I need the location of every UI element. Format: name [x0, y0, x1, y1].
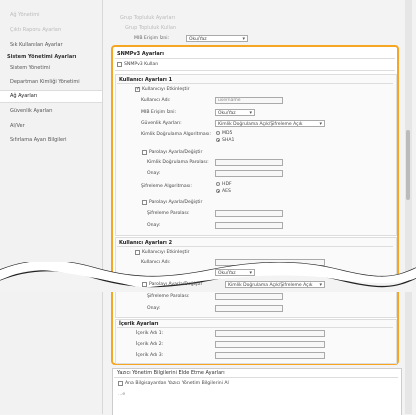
user2-set-password-label: Parolayı Ayarla/Değiştir	[149, 282, 203, 287]
user1-mib-select[interactable]: Oku/Yaz	[215, 109, 255, 117]
sidebar-item-network-settings[interactable]: Ağ Ayarları	[10, 93, 37, 99]
user2-enable-label: Kullanıcıyı Etkinleştir	[142, 250, 190, 255]
user1-security-select[interactable]: Kimlik Doğrulama Açık/Şifreleme Açık	[215, 120, 325, 128]
user1-set-password-label: Parolayı Ayarla/Değiştir	[149, 150, 203, 155]
top-mib-label: MIB Erişim İzni:	[134, 36, 170, 41]
sidebar-item-favorites[interactable]: Sık Kullanılan Ayarlar	[10, 42, 63, 48]
sidebar-item-network-management[interactable]: Ağ Yönetimi	[10, 12, 40, 18]
user1-auth-algo-label: Kimlik Doğrulama Algoritması:	[141, 132, 211, 137]
snmpv3-use-checkbox[interactable]	[117, 62, 122, 67]
printer-info-checkbox-label: Ana Bilgisayardan Yazıcı Yönetim Bilgile…	[125, 381, 229, 386]
sidebar-item-dept-id[interactable]: Departman Kimliği Yönetimi	[10, 79, 80, 85]
user1-set-password-checkbox[interactable]	[142, 150, 147, 155]
divider	[117, 246, 393, 247]
context-name-1-input[interactable]	[215, 330, 325, 337]
divider	[115, 58, 395, 59]
context-name-2-input[interactable]	[215, 341, 325, 348]
user1-confirm-input[interactable]	[215, 170, 283, 177]
user1-enable-checkbox[interactable]	[135, 86, 140, 92]
context-name-3-input[interactable]	[215, 352, 325, 359]
user2-mib-select[interactable]: Oku/Yaz	[215, 269, 255, 277]
divider	[117, 327, 393, 328]
user1-auth-md5-label: MD5	[222, 131, 233, 136]
user2-confirm-label: Onay:	[147, 306, 161, 311]
printer-info-extra: ...e	[118, 392, 126, 397]
page-break-wave	[0, 262, 416, 292]
top-mib-value: Oku/Yaz	[189, 37, 207, 42]
user1-enc-password-input[interactable]	[215, 210, 283, 217]
user1-auth-md5-radio[interactable]	[216, 131, 220, 135]
user2-confirm-input[interactable]	[215, 305, 283, 312]
sidebar-item-print-report[interactable]: Çıktı Raporu Ayarları	[10, 27, 61, 33]
context-name-2-label: İçerik Adı 2:	[136, 342, 164, 347]
user1-enc-aes-label: AES	[222, 189, 231, 194]
user2-security-value: Kimlik Doğrulama Açık/Şifreleme Açık	[228, 283, 313, 288]
context-name-3-label: İçerik Adı 3:	[136, 353, 164, 358]
sidebar-item-import-export[interactable]: Al/Ver	[10, 123, 25, 129]
scrollbar-thumb[interactable]	[406, 130, 410, 200]
user1-enable-label: Kullanıcıyı Etkinleştir	[142, 87, 190, 92]
user1-set-enc-password-label: Parolayı Ayarla/Değiştir	[149, 200, 203, 205]
printer-info-title: Yazıcı Yönetim Bilgilerini Elde Etme Aya…	[117, 370, 225, 376]
sidebar-item-security[interactable]: Güvenlik Ayarları	[10, 108, 53, 114]
community-settings-label: Grup Topluluk Ayarları	[120, 15, 175, 21]
printer-info-checkbox[interactable]	[118, 381, 123, 386]
user1-username-input[interactable]: username	[215, 97, 283, 104]
user1-enc-algo-label: Şifreleme Algoritması:	[141, 184, 192, 189]
user1-auth-sha1-radio[interactable]	[216, 138, 220, 142]
use-community-label: Grup Topluluk Kullan	[125, 25, 177, 31]
user1-enc-password-label: Şifreleme Parolası:	[147, 211, 190, 216]
divider	[114, 377, 398, 378]
snmpv3-use-label: SNMPv3 Kullan	[124, 62, 159, 67]
user1-set-enc-password-checkbox[interactable]	[142, 200, 147, 205]
user1-username-label: Kullanıcı Adı:	[141, 98, 171, 103]
scrollbar[interactable]	[405, 0, 412, 414]
user1-auth-password-input[interactable]	[215, 159, 283, 166]
user1-enc-hdf-label: HDF	[222, 182, 232, 187]
sidebar-item-reset-info[interactable]: Sıfırlama Ayarı Bilgileri	[10, 137, 67, 143]
sidebar-item-system-management[interactable]: Sistem Yönetimi	[10, 65, 50, 71]
user1-security-value: Kimlik Doğrulama Açık/Şifreleme Açık	[218, 122, 303, 127]
user1-mib-label: MIB Erişim İzni:	[141, 110, 177, 115]
user1-confirm-label: Onay:	[147, 171, 161, 176]
user2-security-select[interactable]: Kimlik Doğrulama Açık/Şifreleme Açık	[225, 281, 325, 289]
snmpv3-title: SNMPv3 Ayarları	[117, 51, 164, 57]
user1-enc-confirm-label: Onay:	[147, 223, 161, 228]
sidebar: Ağ Yönetimi Çıktı Raporu Ayarları Sık Ku…	[0, 0, 103, 414]
user1-enc-hdf-radio[interactable]	[216, 182, 220, 186]
user1-security-label: Güvenlik Ayarları:	[141, 121, 182, 126]
user2-mib-value: Oku/Yaz	[218, 271, 236, 276]
user2-enable-checkbox[interactable]	[135, 250, 140, 255]
user1-auth-sha1-label: SHA1	[222, 138, 235, 143]
user2-enc-password-label: Şifreleme Parolası:	[147, 294, 190, 299]
top-mib-select[interactable]: Oku/Yaz	[186, 35, 248, 43]
divider	[115, 70, 395, 71]
user2-enc-password-input[interactable]	[215, 293, 283, 300]
user2-set-password-checkbox[interactable]	[142, 282, 147, 287]
context-name-1-label: İçerik Adı 1:	[136, 331, 164, 336]
divider	[117, 83, 393, 84]
sidebar-section-title: Sistem Yönetimi Ayarları	[7, 54, 77, 60]
user1-mib-value: Oku/Yaz	[218, 111, 236, 116]
user1-enc-confirm-input[interactable]	[215, 222, 283, 229]
user1-enc-aes-radio[interactable]	[216, 189, 220, 193]
user1-auth-password-label: Kimlik Doğrulama Parolası:	[147, 160, 209, 165]
